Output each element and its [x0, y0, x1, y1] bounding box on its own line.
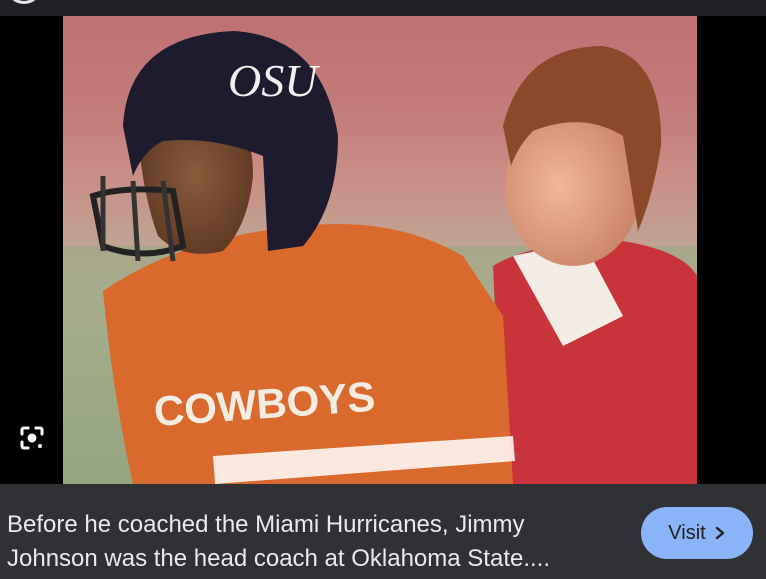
photo-illustration: OSU COWBOYS	[63, 16, 697, 484]
image-viewer: OSU COWBOYS	[0, 16, 766, 484]
caption-bar: Before he coached the Miami Hurricanes, …	[0, 484, 766, 579]
google-lens-button[interactable]	[14, 420, 50, 456]
google-lens-icon	[20, 426, 44, 450]
visit-button[interactable]: Visit	[641, 507, 753, 559]
caption-line-1: Before he coached the Miami Hurricanes, …	[7, 511, 525, 538]
top-strip	[0, 0, 766, 16]
helmet-logo-text: OSU	[228, 55, 320, 106]
partial-icon	[6, 0, 42, 4]
preview-photo[interactable]: OSU COWBOYS	[63, 16, 697, 484]
visit-label: Visit	[668, 521, 706, 544]
caption-line-2: Johnson was the head coach at Oklahoma S…	[7, 545, 550, 572]
chevron-right-icon	[715, 526, 724, 540]
image-caption[interactable]: Before he coached the Miami Hurricanes, …	[7, 508, 617, 576]
